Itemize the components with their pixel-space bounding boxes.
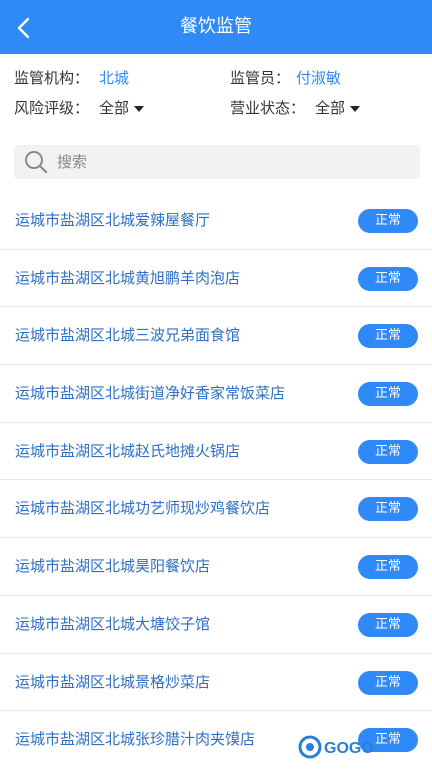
risk-dropdown[interactable]: 全部 <box>99 99 144 117</box>
restaurant-name: 运城市盐湖区北城街道净好香家常饭菜店 <box>15 365 285 422</box>
caret-down-icon <box>350 106 360 112</box>
search-input[interactable] <box>57 153 397 171</box>
risk-value: 全部 <box>99 99 129 117</box>
restaurant-name: 运城市盐湖区北城景格炒菜店 <box>15 654 210 711</box>
list-item[interactable]: 运城市盐湖区北城功艺师现炒鸡餐饮店 正常 <box>0 480 432 538</box>
business-status-filter[interactable]: 营业状态： 全部 <box>230 97 360 118</box>
watermark-logo: GOGO <box>298 732 428 762</box>
supervisor-filter[interactable]: 监管员： 付淑敏 <box>230 67 341 88</box>
back-button[interactable] <box>6 10 42 46</box>
agency-filter[interactable]: 监管机构： 北城 <box>14 67 129 88</box>
status-badge[interactable]: 正常 <box>358 613 418 637</box>
agency-label: 监管机构： <box>14 69 89 87</box>
risk-label: 风险评级： <box>14 99 89 117</box>
business-value: 全部 <box>315 99 345 117</box>
risk-filter[interactable]: 风险评级： 全部 <box>14 97 144 118</box>
supervisor-value[interactable]: 付淑敏 <box>296 69 341 87</box>
restaurant-name: 运城市盐湖区北城黄旭鹏羊肉泡店 <box>15 250 240 307</box>
restaurant-name: 运城市盐湖区北城大塘饺子馆 <box>15 596 210 653</box>
status-badge[interactable]: 正常 <box>358 555 418 579</box>
status-badge[interactable]: 正常 <box>358 267 418 291</box>
list-item[interactable]: 运城市盐湖区北城景格炒菜店 正常 <box>0 654 432 712</box>
watermark-text: GOGO <box>324 740 374 757</box>
chevron-left-icon <box>14 16 34 40</box>
list-item[interactable]: 运城市盐湖区北城三波兄弟面食馆 正常 <box>0 307 432 365</box>
page-title: 餐饮监管 <box>0 0 432 54</box>
business-dropdown[interactable]: 全部 <box>315 99 360 117</box>
list-item[interactable]: 运城市盐湖区北城昊阳餐饮店 正常 <box>0 538 432 596</box>
filter-panel: 监管机构： 北城 监管员： 付淑敏 风险评级： 全部 营业状态： 全部 <box>0 54 432 142</box>
caret-down-icon <box>134 106 144 112</box>
status-badge[interactable]: 正常 <box>358 671 418 695</box>
restaurant-name: 运城市盐湖区北城昊阳餐饮店 <box>15 538 210 595</box>
restaurant-name: 运城市盐湖区北城功艺师现炒鸡餐饮店 <box>15 480 270 537</box>
restaurant-list: 运城市盐湖区北城爱辣屋餐厅正常 运城市盐湖区北城黄旭鹏羊肉泡店正常 运城市盐湖区… <box>0 192 432 769</box>
list-item[interactable]: 运城市盐湖区北城大塘饺子馆 正常 <box>0 596 432 654</box>
status-badge[interactable]: 正常 <box>358 440 418 464</box>
list-item[interactable]: 运城市盐湖区北城爱辣屋餐厅 正常 <box>0 192 432 250</box>
restaurant-name: 运城市盐湖区北城爱辣屋餐厅 <box>15 192 210 249</box>
status-badge[interactable]: 正常 <box>358 382 418 406</box>
list-item[interactable]: 运城市盐湖区北城街道净好香家常饭菜店 正常 <box>0 365 432 423</box>
agency-value[interactable]: 北城 <box>99 69 129 87</box>
restaurant-name: 运城市盐湖区北城张珍腊汁肉夹馍店 <box>15 711 255 768</box>
restaurant-name: 运城市盐湖区北城赵氏地摊火锅店 <box>15 423 240 480</box>
search-icon <box>23 149 49 175</box>
status-badge[interactable]: 正常 <box>358 209 418 233</box>
status-badge[interactable]: 正常 <box>358 324 418 348</box>
list-item[interactable]: 运城市盐湖区北城赵氏地摊火锅店 正常 <box>0 423 432 481</box>
restaurant-name: 运城市盐湖区北城三波兄弟面食馆 <box>15 307 240 364</box>
supervisor-label: 监管员： <box>230 69 290 87</box>
search-bar[interactable] <box>14 145 420 179</box>
list-item[interactable]: 运城市盐湖区北城黄旭鹏羊肉泡店 正常 <box>0 250 432 308</box>
business-label: 营业状态： <box>230 99 305 117</box>
status-badge[interactable]: 正常 <box>358 497 418 521</box>
app-header: 餐饮监管 <box>0 0 432 54</box>
